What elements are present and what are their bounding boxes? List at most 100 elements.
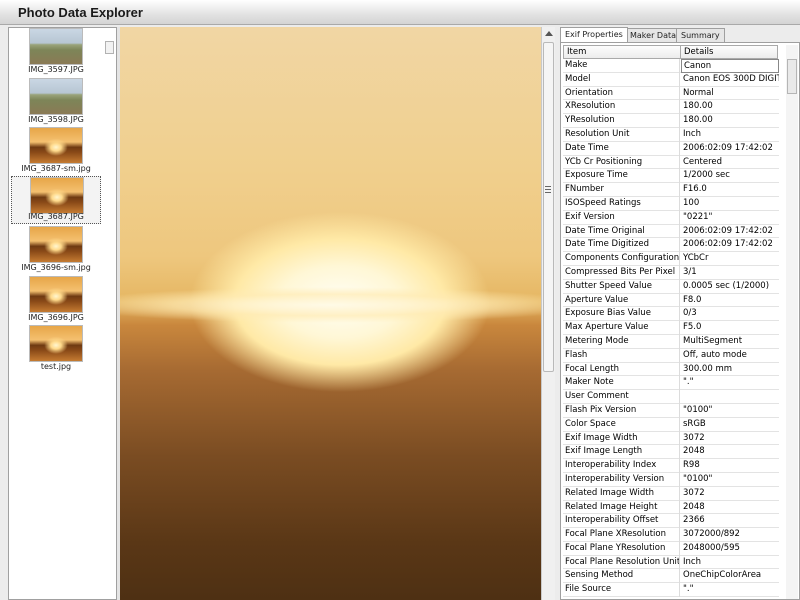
thumbnail-scroll-thumb[interactable] — [105, 41, 114, 54]
property-value[interactable]: 2048000/595 — [681, 542, 779, 556]
table-row[interactable]: Interoperability Version "0100" — [563, 472, 779, 487]
property-value[interactable]: 1/2000 sec — [681, 169, 779, 183]
thumbnail-item[interactable]: IMG_3597.JPG — [11, 28, 101, 76]
thumbnail-item[interactable]: IMG_3598.JPG — [11, 78, 101, 126]
property-value[interactable]: Centered — [681, 156, 779, 170]
table-row[interactable]: Color Space sRGB — [563, 417, 779, 432]
splitter-grip-icon[interactable] — [545, 186, 551, 194]
property-value[interactable]: "." — [681, 376, 779, 390]
table-row[interactable]: ISOSpeed Ratings 100 — [563, 196, 779, 211]
table-row[interactable]: Flash Pix Version "0100" — [563, 403, 779, 418]
thumbnail-item[interactable]: IMG_3687.JPG — [11, 176, 101, 224]
property-value[interactable]: sRGB — [681, 418, 779, 432]
table-row[interactable]: Exposure Time 1/2000 sec — [563, 169, 779, 184]
table-row[interactable]: Resolution Unit Inch — [563, 127, 779, 142]
property-value[interactable]: 2006:02:09 17:42:02 — [681, 225, 779, 239]
grid-scroll-thumb[interactable] — [787, 59, 797, 94]
property-value[interactable]: F16.0 — [681, 183, 779, 197]
table-row[interactable]: Flash Off, auto mode — [563, 348, 779, 363]
property-value[interactable]: YCbCr — [681, 252, 779, 266]
column-header-item[interactable]: Item — [563, 45, 681, 59]
table-row[interactable]: Exposure Bias Value 0/3 — [563, 307, 779, 322]
table-row[interactable]: Compressed Bits Per Pixel 3/1 — [563, 265, 779, 280]
table-row[interactable]: YCb Cr Positioning Centered — [563, 155, 779, 170]
property-value[interactable]: 2048 — [681, 501, 779, 515]
property-value[interactable]: 3072000/892 — [681, 528, 779, 542]
table-row[interactable]: Focal Plane Resolution Unit Inch — [563, 555, 779, 570]
property-value[interactable]: F5.0 — [681, 321, 779, 335]
tab-maker-data[interactable]: Maker Data — [625, 28, 682, 42]
table-row[interactable]: Metering Mode MultiSegment — [563, 334, 779, 349]
table-row[interactable]: YResolution 180.00 — [563, 114, 779, 128]
property-value[interactable]: 3/1 — [681, 266, 779, 280]
thumbnail-item[interactable]: IMG_3696-sm.jpg — [11, 226, 101, 274]
property-value[interactable]: Inch — [681, 128, 779, 142]
table-row[interactable]: Shutter Speed Value 0.0005 sec (1/2000) — [563, 279, 779, 294]
table-row[interactable]: Exif Version "0221" — [563, 210, 779, 225]
property-value[interactable]: "." — [681, 583, 779, 597]
property-value[interactable]: MultiSegment — [681, 335, 779, 349]
property-value[interactable]: 2006:02:09 17:42:02 — [681, 238, 779, 252]
photo-scroll-thumb[interactable] — [543, 42, 554, 372]
property-name: File Source — [563, 583, 680, 598]
scroll-up-icon[interactable] — [545, 31, 553, 36]
property-value[interactable]: 2366 — [681, 514, 779, 528]
property-value[interactable]: Inch — [681, 556, 779, 570]
property-value[interactable]: Off, auto mode — [681, 349, 779, 363]
property-value[interactable]: 180.00 — [681, 114, 779, 128]
table-row[interactable]: Orientation Normal — [563, 86, 779, 101]
table-row[interactable]: User Comment — [563, 390, 779, 404]
thumbnail-item[interactable]: IMG_3696.JPG — [11, 276, 101, 324]
table-row[interactable]: Sensing Method OneChipColorArea — [563, 569, 779, 584]
table-row[interactable]: Aperture Value F8.0 — [563, 293, 779, 308]
table-row[interactable]: Date Time Digitized 2006:02:09 17:42:02 — [563, 238, 779, 253]
table-row[interactable]: Related Image Width 3072 — [563, 486, 779, 501]
table-row[interactable]: Focal Plane YResolution 2048000/595 — [563, 541, 779, 556]
property-value[interactable]: "0100" — [681, 473, 779, 487]
table-row[interactable]: Make Canon — [563, 59, 779, 73]
thumbnail-list[interactable]: IMG_3597.JPG IMG_3598.JPG IMG_3687-sm.jpg I… — [8, 27, 117, 600]
thumbnail-item[interactable]: test.jpg — [11, 325, 101, 373]
property-value[interactable]: R98 — [681, 459, 779, 473]
property-value[interactable] — [681, 390, 779, 404]
table-row[interactable]: File Source "." — [563, 583, 779, 598]
property-value[interactable]: 3072 — [681, 487, 779, 501]
table-row[interactable]: Interoperability Index R98 — [563, 459, 779, 473]
table-row[interactable]: FNumber F16.0 — [563, 183, 779, 197]
table-row[interactable]: Date Time 2006:02:09 17:42:02 — [563, 141, 779, 156]
property-value[interactable]: 2048 — [681, 445, 779, 459]
table-row[interactable]: Related Image Height 2048 — [563, 500, 779, 515]
tab-summary[interactable]: Summary — [676, 28, 725, 42]
table-row[interactable]: ModelCanon EOS 300D DIGITAL — [563, 72, 779, 87]
property-value[interactable]: "0221" — [681, 211, 779, 225]
property-value[interactable]: 300.00 mm — [681, 363, 779, 377]
table-row[interactable]: Interoperability Offset 2366 — [563, 514, 779, 529]
property-value[interactable]: OneChipColorArea — [681, 569, 779, 583]
table-row[interactable]: Focal Plane XResolution 3072000/892 — [563, 528, 779, 542]
table-row[interactable]: Components Configuration YCbCr — [563, 252, 779, 266]
thumbnail-scrollbar[interactable] — [104, 28, 116, 599]
property-value[interactable]: 180.00 — [681, 100, 779, 114]
property-value[interactable]: 3072 — [681, 432, 779, 446]
table-row[interactable]: Max Aperture Value F5.0 — [563, 321, 779, 335]
table-row[interactable]: Maker Note "." — [563, 376, 779, 391]
table-row[interactable]: Exif Image Width 3072 — [563, 431, 779, 446]
tab-exif-properties[interactable]: Exif Properties — [560, 27, 628, 42]
table-row[interactable]: Date Time Original 2006:02:09 17:42:02 — [563, 224, 779, 239]
thumbnail-item[interactable]: IMG_3687-sm.jpg — [11, 127, 101, 175]
property-value[interactable]: 0.0005 sec (1/2000) — [681, 280, 779, 294]
property-value[interactable]: 100 — [681, 197, 779, 211]
grid-scrollbar[interactable] — [786, 45, 798, 599]
column-header-details[interactable]: Details — [680, 45, 778, 59]
property-value[interactable]: "0100" — [681, 404, 779, 418]
table-row[interactable]: XResolution 180.00 — [563, 100, 779, 115]
property-value[interactable]: 0/3 — [681, 307, 779, 321]
property-value[interactable]: Canon — [681, 59, 779, 73]
table-row[interactable]: Exif Image Length 2048 — [563, 445, 779, 460]
property-value[interactable]: 2006:02:09 17:42:02 — [681, 142, 779, 156]
property-value[interactable]: Canon EOS 300D DIGITAL — [681, 73, 779, 87]
property-value[interactable]: F8.0 — [681, 294, 779, 308]
table-row[interactable]: Focal Length 300.00 mm — [563, 362, 779, 377]
property-value[interactable]: Normal — [681, 87, 779, 101]
photo-scrollbar[interactable] — [541, 27, 555, 600]
